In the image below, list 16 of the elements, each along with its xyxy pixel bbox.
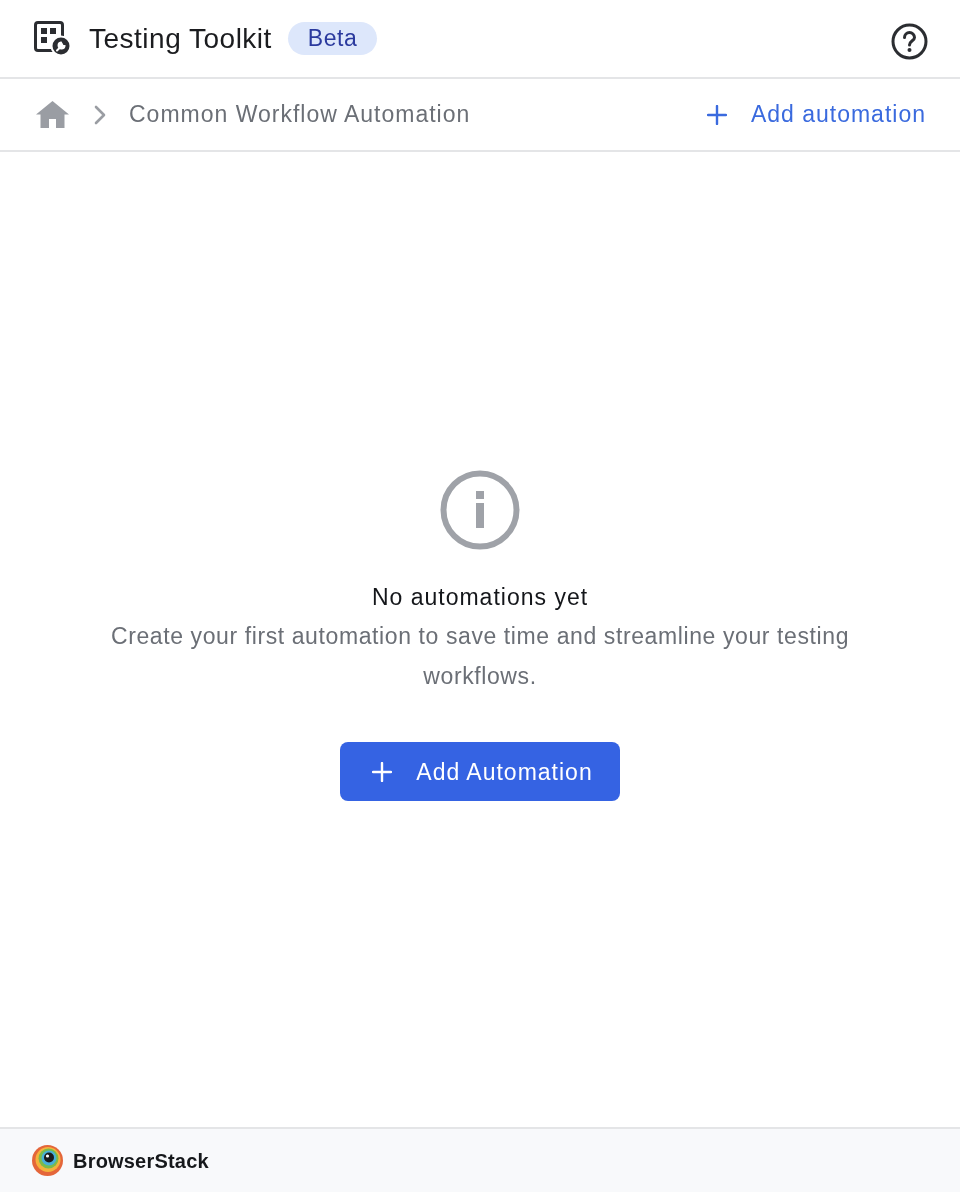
info-icon	[440, 469, 520, 550]
home-icon[interactable]	[36, 101, 69, 128]
add-automation-link[interactable]: Add automation	[706, 97, 926, 132]
help-icon[interactable]	[891, 22, 928, 60]
plus-icon	[372, 761, 393, 782]
plus-icon	[706, 104, 727, 125]
chevron-right-icon	[94, 104, 106, 125]
toolkit-icon	[34, 21, 71, 56]
breadcrumb-current: Common Workflow Automation	[129, 100, 471, 130]
brand-name: BrowserStack	[73, 1148, 209, 1174]
browserstack-logo-icon	[32, 1145, 63, 1176]
beta-badge: Beta	[287, 22, 378, 55]
empty-state-title: No automations yet	[371, 582, 589, 612]
add-automation-button[interactable]: Add Automation	[340, 742, 620, 802]
app-title: Testing Toolkit	[89, 21, 272, 56]
empty-state-description: Create your first automation to save time and streamline your testing workflows.	[109, 622, 851, 692]
